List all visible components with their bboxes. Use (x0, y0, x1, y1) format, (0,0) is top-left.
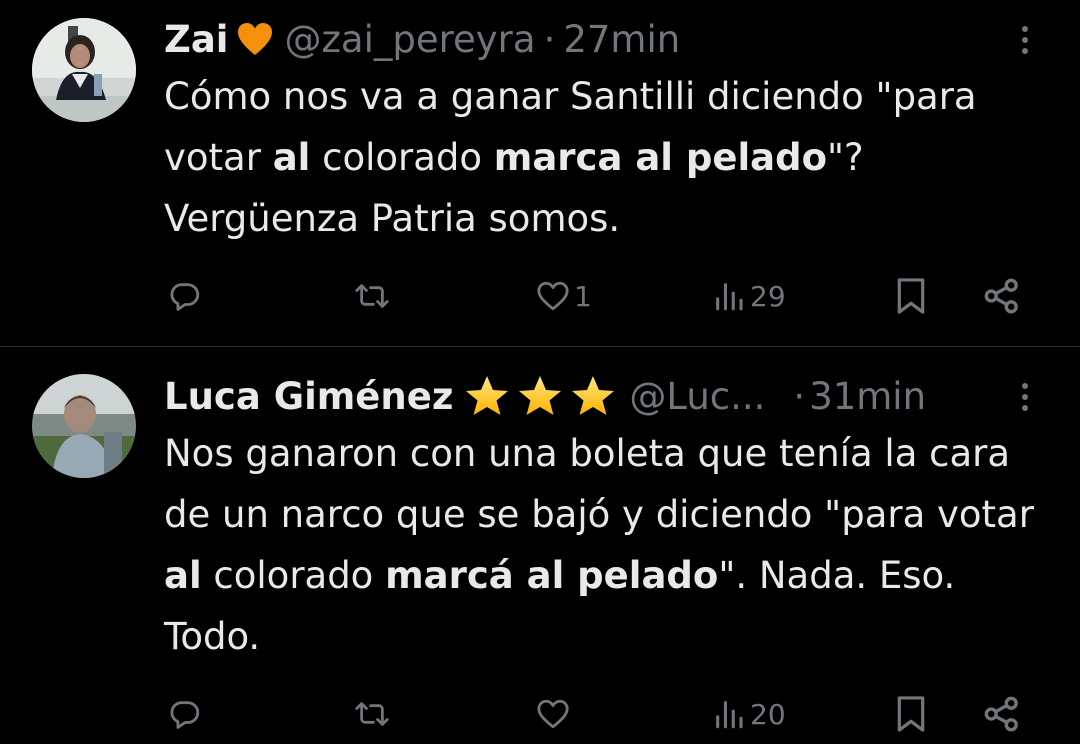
bookmark-button[interactable] (893, 266, 929, 326)
share-button[interactable] (982, 684, 1022, 744)
handle[interactable]: @Luc... (629, 375, 765, 418)
tweet[interactable]: Luca Giménez @Luc... · 31min Nos ganaron… (0, 347, 1080, 742)
like-count: 1 (574, 279, 592, 313)
heart-icon (536, 280, 570, 312)
tweet-text: Nos ganaron con una boleta que tenía la … (164, 423, 1054, 667)
retweet-icon (354, 697, 390, 731)
reply-button[interactable] (168, 684, 206, 744)
text-segment: colorado (310, 136, 494, 179)
views-count: 29 (750, 279, 786, 313)
like-button[interactable]: 1 (536, 266, 592, 326)
separator-dot: · (543, 17, 556, 61)
bookmark-icon (893, 277, 929, 315)
more-options-icon[interactable] (1010, 377, 1040, 417)
tweet-header: Zai @zai_pereyra · 27min (164, 15, 680, 63)
reply-button[interactable] (168, 266, 206, 326)
share-button[interactable] (982, 266, 1022, 326)
tweet-text: Cómo nos va a ganar Santilli diciendo "p… (164, 66, 1054, 249)
text-segment-bold: al (164, 554, 202, 597)
like-button[interactable] (536, 684, 574, 744)
action-bar: 1 29 (0, 266, 1080, 326)
handle[interactable]: @zai_pereyra (284, 18, 535, 61)
timestamp[interactable]: 27min (563, 18, 680, 61)
views-count: 20 (750, 697, 786, 731)
three-stars-icon (461, 372, 619, 420)
text-segment: Nos ganaron con una boleta que tenía la … (164, 432, 1034, 536)
avatar[interactable] (32, 374, 136, 478)
retweet-button[interactable] (354, 684, 394, 744)
views-icon (712, 697, 746, 731)
display-name[interactable]: Zai (164, 18, 228, 61)
more-options-icon[interactable] (1010, 20, 1040, 60)
bookmark-button[interactable] (893, 684, 929, 744)
text-segment-bold: marca al pelado (493, 136, 827, 179)
tweet[interactable]: Zai @zai_pereyra · 27min Cómo nos va a g… (0, 0, 1080, 346)
text-segment: colorado (201, 554, 386, 597)
text-segment-bold: al (272, 136, 311, 179)
timestamp[interactable]: 31min (809, 375, 926, 418)
views-button[interactable]: 20 (712, 684, 786, 744)
views-icon (712, 279, 746, 313)
tweet-header: Luca Giménez @Luc... · 31min (164, 372, 926, 420)
share-icon (982, 277, 1022, 315)
action-bar: 20 (0, 684, 1080, 744)
retweet-button[interactable] (354, 266, 394, 326)
reply-icon (168, 279, 202, 313)
share-icon (982, 695, 1022, 733)
views-button[interactable]: 29 (712, 266, 786, 326)
display-name[interactable]: Luca Giménez (164, 375, 453, 418)
bookmark-icon (893, 695, 929, 733)
heart-icon (536, 698, 570, 730)
avatar[interactable] (32, 18, 136, 122)
orange-heart-icon (236, 21, 274, 57)
retweet-icon (354, 279, 390, 313)
text-segment-bold: marcá al pelado (385, 554, 719, 597)
separator-dot: · (793, 374, 806, 418)
reply-icon (168, 697, 202, 731)
